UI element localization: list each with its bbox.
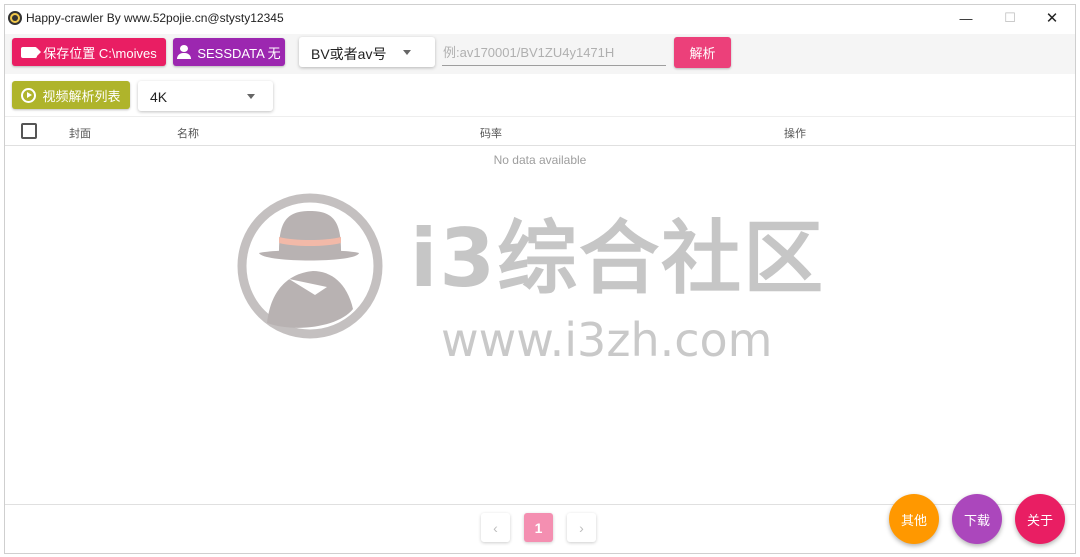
title-bar[interactable]: Happy-crawler By www.52pojie.cn@stysty12… xyxy=(5,5,1075,31)
play-circle-icon xyxy=(21,87,37,103)
window-title: Happy-crawler By www.52pojie.cn@stysty12… xyxy=(26,11,284,25)
person-icon xyxy=(177,45,192,59)
id-type-select[interactable]: BV或者av号 xyxy=(299,37,435,67)
watermark-brand: i3综合社区 xyxy=(410,212,826,305)
parse-button[interactable]: 解析 xyxy=(674,37,731,68)
column-header-name: 名称 xyxy=(177,128,199,140)
sessdata-label: SESSDATA 无 xyxy=(197,45,281,61)
empty-table-message: No data available xyxy=(493,153,587,167)
sessdata-button[interactable]: SESSDATA 无 xyxy=(173,38,285,66)
column-header-actions: 操作 xyxy=(784,128,806,140)
close-button[interactable]: ✕ xyxy=(1029,5,1075,31)
other-fab-button[interactable]: 其他 xyxy=(889,494,939,544)
video-id-input[interactable] xyxy=(442,40,666,66)
select-all-checkbox[interactable] xyxy=(21,123,37,139)
caret-down-icon xyxy=(247,94,255,99)
top-toolbar: 保存位置 C:\moives SESSDATA 无 BV或者av号 解析 xyxy=(5,34,1075,74)
label-tag-icon xyxy=(21,46,42,58)
caret-down-icon xyxy=(403,50,411,55)
video-list-button[interactable]: 视频解析列表 xyxy=(12,81,130,109)
save-location-button[interactable]: 保存位置 C:\moives xyxy=(12,38,166,66)
minimize-button[interactable]: — xyxy=(943,5,989,31)
maximize-button[interactable]: ☐ xyxy=(987,5,1033,31)
column-header-cover: 封面 xyxy=(69,128,91,140)
column-header-bitrate: 码率 xyxy=(480,128,502,140)
video-list-label: 视频解析列表 xyxy=(42,88,121,104)
quality-select[interactable]: 4K xyxy=(138,81,273,111)
watermark-detective-logo xyxy=(237,193,383,339)
next-page-button[interactable]: › xyxy=(567,513,596,542)
id-type-value: BV或者av号 xyxy=(311,46,387,62)
about-fab-button[interactable]: 关于 xyxy=(1015,494,1065,544)
download-fab-button[interactable]: 下载 xyxy=(952,494,1002,544)
page-number-button[interactable]: 1 xyxy=(524,513,553,542)
watermark-url: www.i3zh.com xyxy=(441,313,773,367)
app-window: Happy-crawler By www.52pojie.cn@stysty12… xyxy=(4,4,1076,554)
prev-page-button[interactable]: ‹ xyxy=(481,513,510,542)
quality-value: 4K xyxy=(150,89,168,105)
save-location-label: 保存位置 C:\moives xyxy=(43,45,157,61)
table-header: 封面 名称 码率 操作 xyxy=(5,116,1075,146)
app-logo-icon xyxy=(8,11,22,25)
